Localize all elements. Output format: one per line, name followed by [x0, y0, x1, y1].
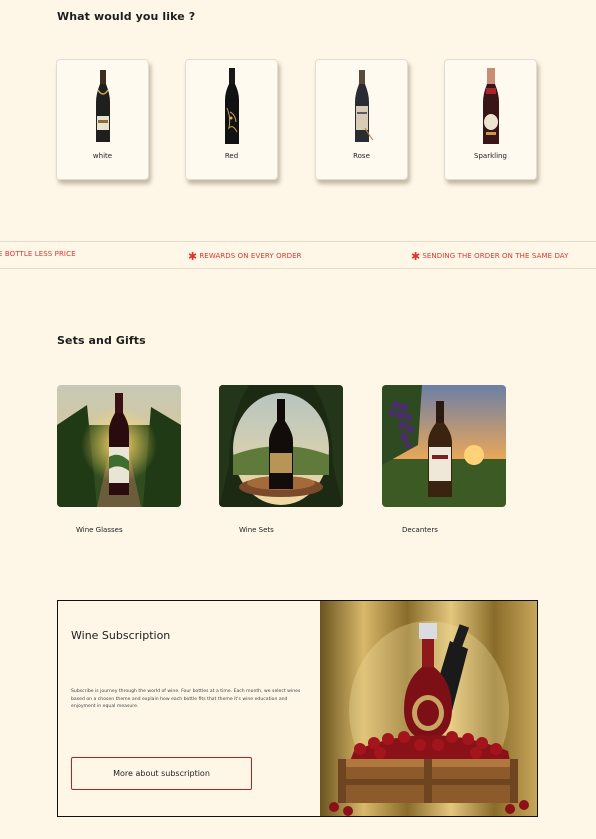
wine-glasses-image[interactable] [57, 385, 181, 507]
categories-title: What would you like ? [57, 10, 196, 23]
marquee-item: ✱ REWARDS ON EVERY ORDER [188, 250, 302, 263]
wine-sets-image[interactable] [219, 385, 343, 507]
category-card-white[interactable]: white [56, 59, 149, 180]
category-label: Rose [353, 152, 370, 160]
subscription-image [320, 601, 537, 816]
gift-label-decanters[interactable]: Decanters [402, 526, 438, 534]
subscription-panel: Wine Subscription Subscribe is journey t… [57, 600, 538, 817]
category-label: Sparkling [474, 152, 507, 160]
rose-wine-bottle-icon [354, 70, 373, 142]
marquee-item: ✱ SENDING THE ORDER ON THE SAME DAY [411, 250, 569, 263]
white-wine-bottle-icon [95, 70, 110, 142]
more-about-subscription-button[interactable]: More about subscription [71, 757, 252, 790]
benefits-marquee: E BOTTLE LESS PRICE ✱ REWARDS ON EVERY OR… [0, 241, 596, 269]
red-wine-bottle-icon [224, 68, 239, 144]
category-label: white [92, 152, 113, 160]
category-card-red[interactable]: Red [185, 59, 278, 180]
marquee-item: E BOTTLE LESS PRICE [0, 250, 76, 258]
sparkling-wine-bottle-icon [482, 68, 499, 144]
category-label: Red [224, 152, 239, 160]
gift-label-wine-sets[interactable]: Wine Sets [239, 526, 274, 534]
star-icon: ✱ [411, 250, 421, 263]
category-card-sparkling[interactable]: Sparkling [444, 59, 537, 180]
decanters-image[interactable] [382, 385, 506, 507]
star-icon: ✱ [188, 250, 198, 263]
sets-title: Sets and Gifts [57, 334, 146, 347]
subscription-description: Subscribe is journey through the world o… [71, 689, 301, 709]
category-card-rose[interactable]: Rose [315, 59, 408, 180]
subscription-title: Wine Subscription [71, 629, 171, 642]
gift-label-wine-glasses[interactable]: Wine Glasses [76, 526, 123, 534]
